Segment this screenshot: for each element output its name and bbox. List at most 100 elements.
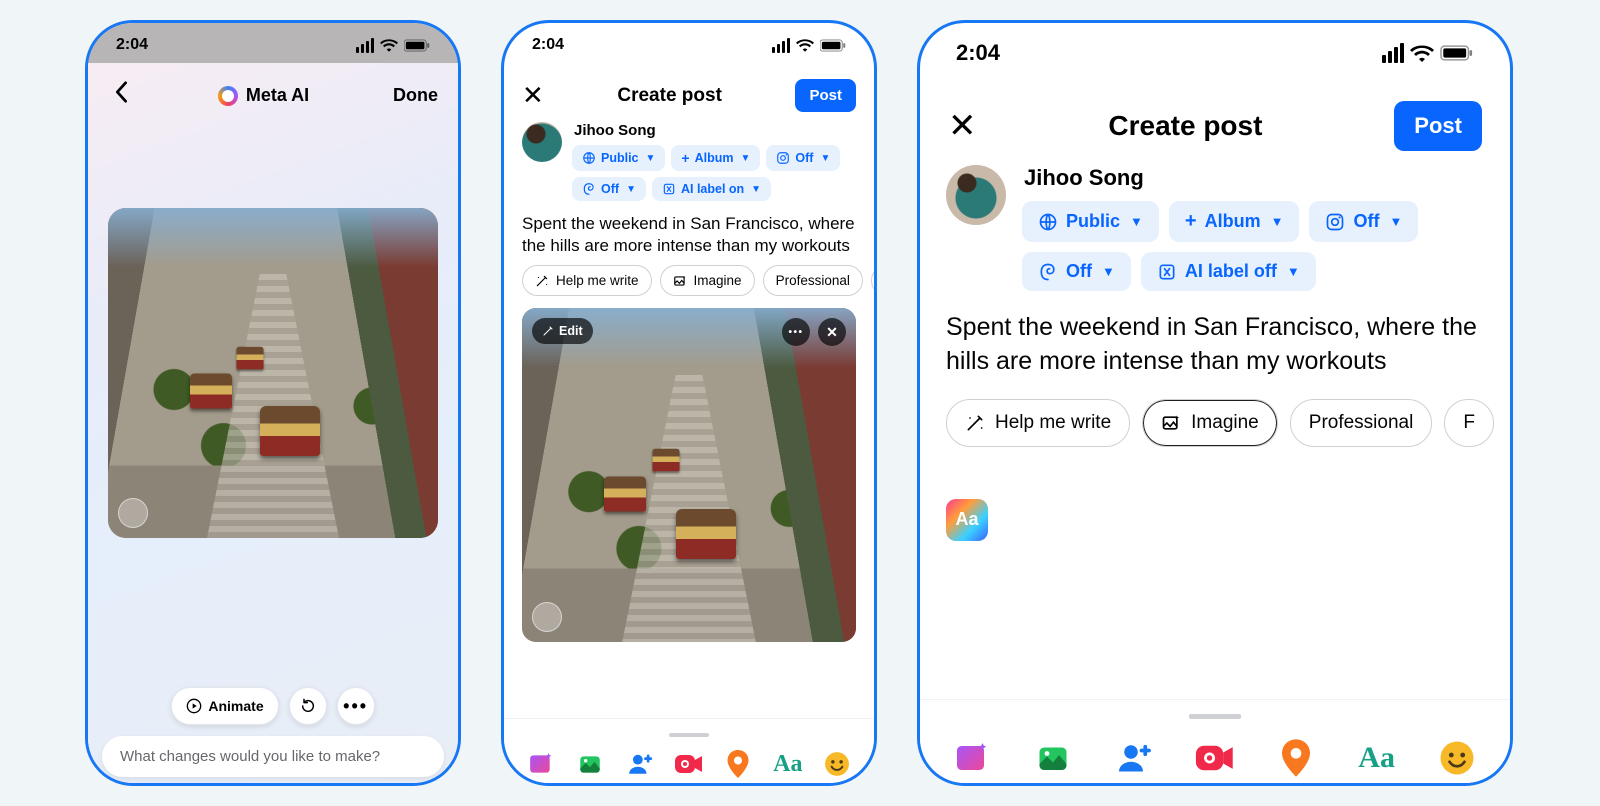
tag-people-icon[interactable]	[625, 749, 655, 779]
background-style-button[interactable]: Aa	[946, 499, 988, 541]
tool-tray: Aa	[504, 718, 874, 783]
instagram-icon	[1325, 212, 1345, 232]
tool-tray: Aa	[920, 699, 1510, 783]
close-button[interactable]: ✕	[522, 80, 544, 111]
instagram-chip[interactable]: Off▼	[766, 145, 840, 171]
signal-icon	[1382, 43, 1404, 63]
text-style-icon[interactable]: Aa	[773, 749, 803, 779]
image-options-button[interactable]: •••	[782, 318, 810, 346]
audience-chip[interactable]: Public▼	[572, 145, 665, 171]
imagine-button[interactable]: Imagine	[1142, 399, 1278, 447]
status-icons	[772, 38, 846, 53]
wand-icon	[542, 325, 554, 337]
prompt-input[interactable]: What changes would you like to make?	[102, 736, 444, 777]
ai-label-chip[interactable]: AI label on▼	[652, 177, 771, 201]
wand-icon	[965, 413, 985, 433]
suggestion-row: Help me write Imagine Professional F	[920, 391, 1510, 447]
live-video-icon[interactable]	[674, 749, 704, 779]
remove-image-button[interactable]: ✕	[818, 318, 846, 346]
ai-label-chip[interactable]: AI label off▼	[1141, 252, 1316, 291]
threads-chip[interactable]: Off▼	[572, 177, 646, 201]
gallery-icon[interactable]	[1032, 737, 1074, 779]
page-title: Create post	[1108, 110, 1262, 142]
professional-button[interactable]: Professional	[763, 265, 863, 296]
feeling-icon[interactable]	[822, 749, 852, 779]
status-icons	[356, 38, 430, 53]
edit-image-button[interactable]: Edit	[532, 318, 593, 344]
plus-icon: +	[681, 150, 689, 166]
status-icons	[1382, 43, 1474, 63]
back-button[interactable]	[108, 81, 134, 110]
battery-icon	[1440, 45, 1474, 61]
phone-meta-ai: 2:04 Meta AI Done	[85, 20, 461, 786]
more-button[interactable]: •••	[337, 687, 375, 725]
more-suggest-button[interactable]: F	[1444, 399, 1494, 447]
wifi-icon	[1410, 44, 1434, 62]
suggestion-row: Help me write Imagine Professional F	[504, 265, 874, 296]
wifi-icon	[796, 38, 814, 52]
image-sparkle-icon	[673, 274, 687, 288]
wand-icon	[535, 274, 549, 288]
phone-create-post-large: 2:04 ✕ Create post Post Jihoo Song Publi…	[917, 20, 1513, 786]
attached-image[interactable]: Edit ••• ✕	[522, 308, 856, 642]
avatar[interactable]	[946, 165, 1006, 225]
album-chip[interactable]: + Album▼	[1169, 201, 1300, 242]
live-video-icon[interactable]	[1194, 737, 1236, 779]
ai-label-icon	[1157, 262, 1177, 282]
battery-icon	[820, 39, 846, 52]
page-title: Meta AI	[218, 85, 309, 106]
tag-people-icon[interactable]	[1113, 737, 1155, 779]
signal-icon	[772, 38, 790, 53]
tray-handle[interactable]	[669, 733, 709, 737]
help-me-write-button[interactable]: Help me write	[522, 265, 652, 296]
wifi-icon	[380, 38, 398, 52]
phone-create-post-image: 2:04 ✕ Create post Post Jihoo Song Publi…	[501, 20, 877, 786]
post-button[interactable]: Post	[795, 79, 856, 112]
close-button[interactable]: ✕	[948, 106, 977, 146]
ai-image-icon[interactable]	[951, 737, 993, 779]
meta-ai-logo-icon	[218, 86, 238, 106]
status-time: 2:04	[956, 40, 1000, 66]
location-icon[interactable]	[723, 749, 753, 779]
post-text[interactable]: Spent the weekend in San Francisco, wher…	[504, 201, 874, 265]
avatar[interactable]	[522, 122, 562, 162]
album-chip[interactable]: + Album▼	[671, 145, 760, 171]
ai-badge-icon	[532, 602, 562, 632]
image-sparkle-icon	[1161, 413, 1181, 433]
post-text[interactable]: Spent the weekend in San Francisco, wher…	[920, 291, 1510, 391]
instagram-chip[interactable]: Off▼	[1309, 201, 1418, 242]
threads-chip[interactable]: Off▼	[1022, 252, 1131, 291]
text-style-icon[interactable]: Aa	[1356, 737, 1398, 779]
threads-icon	[582, 182, 596, 196]
audience-chip[interactable]: Public▼	[1022, 201, 1159, 242]
more-suggest-button[interactable]: F	[871, 265, 874, 296]
status-time: 2:04	[532, 36, 564, 54]
professional-button[interactable]: Professional	[1290, 399, 1433, 447]
imagine-button[interactable]: Imagine	[660, 265, 755, 296]
status-bar: 2:04	[920, 23, 1510, 73]
tray-handle[interactable]	[1189, 714, 1241, 719]
post-button[interactable]: Post	[1394, 101, 1482, 151]
reload-button[interactable]	[289, 687, 327, 725]
animate-button[interactable]: Animate	[171, 687, 278, 725]
threads-icon	[1038, 262, 1058, 282]
ai-image-icon[interactable]	[526, 749, 556, 779]
generated-image[interactable]	[108, 208, 438, 538]
close-icon: ✕	[826, 324, 838, 341]
signal-icon	[356, 38, 374, 53]
battery-icon	[404, 39, 430, 52]
gallery-icon[interactable]	[575, 749, 605, 779]
help-me-write-button[interactable]: Help me write	[946, 399, 1130, 447]
instagram-icon	[776, 151, 790, 165]
ellipsis-icon: •••	[788, 327, 803, 338]
done-button[interactable]: Done	[393, 85, 438, 106]
status-bar: 2:04	[504, 23, 874, 63]
username-label: Jihoo Song	[574, 122, 856, 139]
page-title: Create post	[617, 85, 722, 107]
username-label: Jihoo Song	[1024, 165, 1484, 191]
ai-badge-icon	[118, 498, 148, 528]
status-bar: 2:04	[88, 23, 458, 63]
feeling-icon[interactable]	[1436, 737, 1478, 779]
location-icon[interactable]	[1275, 737, 1317, 779]
plus-icon: +	[1185, 210, 1197, 233]
